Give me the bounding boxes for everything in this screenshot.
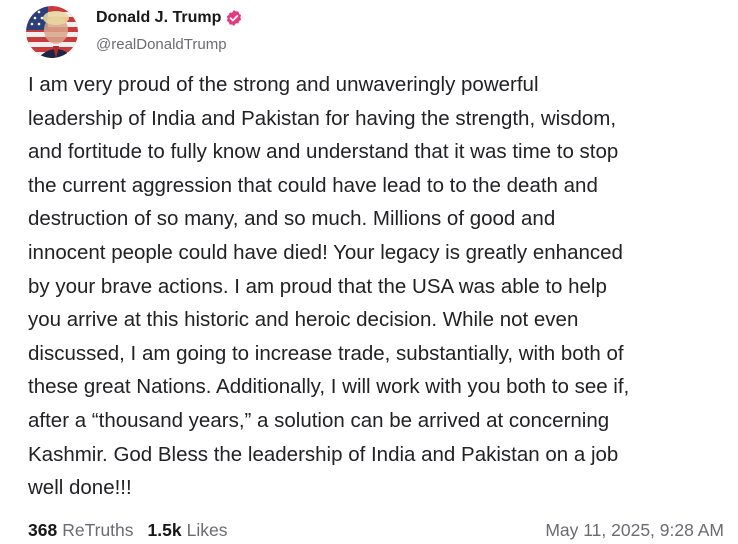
post-timestamp[interactable]: May 11, 2025, 9:28 AM (545, 520, 724, 541)
likes-stat[interactable]: 1.5k Likes (148, 520, 228, 541)
profile-avatar[interactable] (26, 6, 78, 58)
truth-post: Donald J. Trump @realDonaldTrump I am ve… (0, 0, 738, 544)
retruths-label: ReTruths (62, 519, 134, 540)
post-body-line: leadership of India and Pakistan for hav… (28, 106, 617, 130)
post-body-line: I am very proud of the strong and unwave… (28, 73, 539, 96)
author-display-name[interactable]: Donald J. Trump (96, 9, 221, 27)
author-name-row: Donald J. Trump (96, 8, 243, 28)
likes-label: Likes (186, 519, 228, 540)
post-body-line: these great Nations. Additionally, I wil… (28, 375, 630, 399)
post-body-line: by your brave actions. I am proud that t… (28, 274, 607, 298)
post-body-line: and fortitude to fully know and understa… (28, 140, 619, 164)
likes-count: 1.5k (147, 519, 182, 540)
post-body-line: after a “thousand years,” a solution can… (28, 408, 610, 432)
author-handle[interactable]: @realDonaldTrump (96, 36, 243, 53)
post-body-line: you arrive at this historic and heroic d… (28, 308, 579, 332)
post-body-line: well done!!! (28, 476, 132, 500)
avatar-image (26, 6, 78, 58)
post-body-line: innocent people could have died! Your le… (28, 240, 623, 264)
post-author: Donald J. Trump @realDonaldTrump (96, 8, 243, 53)
post-body: I am very proud of the strong and unwave… (28, 68, 724, 505)
retruths-count: 368 (28, 519, 58, 540)
post-footer: 368 ReTruths 1.5k Likes May 11, 2025, 9:… (28, 519, 724, 541)
post-body-line: discussed, I am going to increase trade,… (28, 341, 624, 365)
post-body-line: destruction of so many, and so much. Mil… (28, 207, 556, 231)
post-body-line: the current aggression that could have l… (28, 173, 598, 197)
post-body-line: Kashmir. God Bless the leadership of Ind… (28, 442, 619, 466)
verified-badge-icon (225, 9, 243, 27)
retruths-stat[interactable]: 368 ReTruths (28, 520, 134, 541)
